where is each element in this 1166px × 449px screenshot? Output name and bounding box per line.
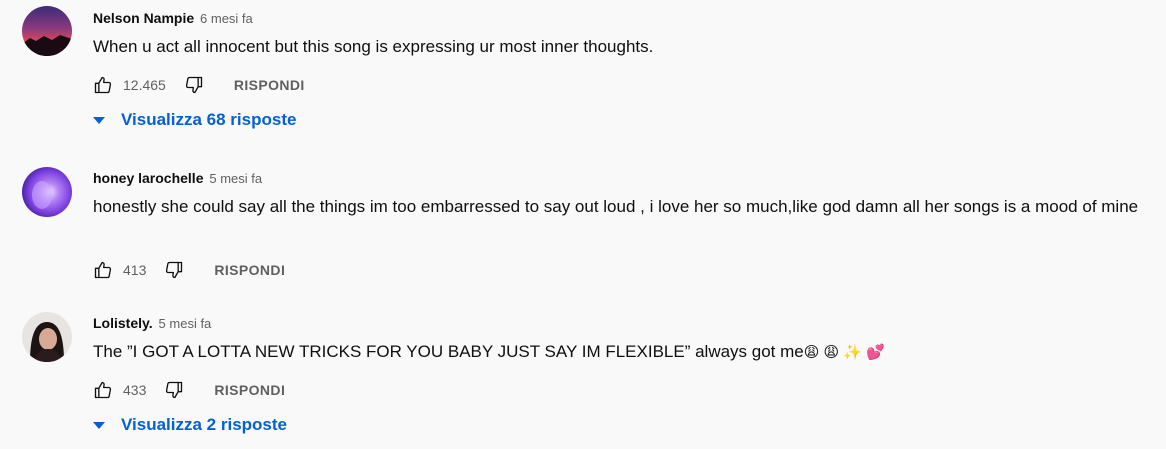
like-count: 433 [123, 382, 147, 398]
comment-thread: Lolistely. 5 mesi fa The ”I GOT A LOTTA … [0, 0, 1166, 449]
view-replies-label: Visualizza 2 risposte [121, 415, 287, 434]
comment-actions: 433 RISPONDI [93, 378, 285, 402]
comment-text: The ”I GOT A LOTTA NEW TRICKS FOR YOU BA… [93, 340, 1143, 365]
thumbs-up-icon [94, 381, 112, 399]
chevron-down-icon [93, 421, 105, 429]
like-button[interactable] [93, 380, 113, 400]
comments-section: Nelson Nampie 6 mesi fa When u act all i… [0, 0, 1166, 449]
dislike-button[interactable] [164, 380, 184, 400]
author-line: Lolistely. 5 mesi fa [93, 314, 211, 333]
comment-emojis: 😩 😩 ✨ 💕 [803, 344, 885, 361]
portrait-avatar-icon [22, 312, 72, 362]
thumbs-down-icon [166, 381, 183, 399]
comment-text-body: The ”I GOT A LOTTA NEW TRICKS FOR YOU BA… [93, 342, 804, 361]
author-name[interactable]: Lolistely. [93, 315, 153, 331]
view-replies-button[interactable]: Visualizza 2 risposte [90, 415, 287, 435]
avatar[interactable] [22, 312, 72, 362]
comment-timestamp[interactable]: 5 mesi fa [159, 316, 212, 331]
reply-button[interactable]: RISPONDI [214, 382, 285, 398]
